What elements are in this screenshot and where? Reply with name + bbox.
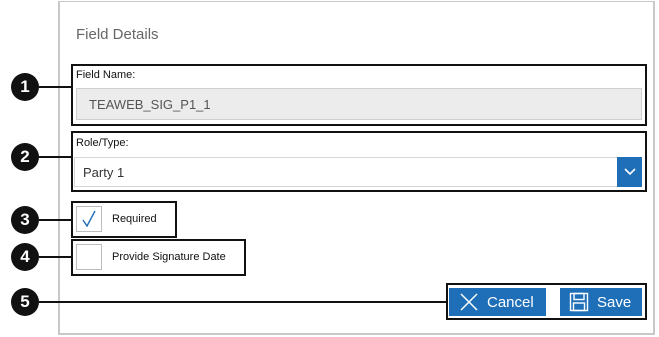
- panel-title: Field Details: [76, 26, 159, 43]
- checkmark-icon: [82, 210, 96, 228]
- field-name-input[interactable]: TEAWEB_SIG_P1_1: [76, 88, 642, 120]
- save-icon: [569, 292, 589, 312]
- signature-date-checkbox[interactable]: [76, 244, 102, 270]
- required-label: Required: [112, 213, 157, 225]
- role-type-label: Role/Type:: [76, 137, 129, 149]
- field-name-label: Field Name:: [76, 69, 136, 81]
- signature-date-label: Provide Signature Date: [112, 251, 226, 263]
- callout-1: 1: [11, 73, 39, 101]
- role-type-select[interactable]: Party 1: [74, 157, 642, 187]
- callout-4: 4: [11, 243, 39, 271]
- callout-5: 5: [11, 288, 39, 316]
- callout-3: 3: [11, 206, 39, 234]
- cancel-button[interactable]: Cancel: [449, 288, 546, 316]
- close-icon: [460, 293, 478, 311]
- callout-4-leader: [39, 256, 71, 258]
- save-button[interactable]: Save: [560, 288, 642, 316]
- save-label: Save: [597, 293, 632, 311]
- callout-2: 2: [11, 143, 39, 171]
- callout-3-leader: [39, 219, 71, 221]
- callout-5-leader: [39, 301, 446, 303]
- callout-1-leader: [39, 86, 71, 88]
- required-checkbox[interactable]: [76, 206, 102, 232]
- cancel-label: Cancel: [487, 293, 534, 311]
- chevron-down-icon[interactable]: [617, 157, 642, 187]
- callout-2-leader: [39, 156, 71, 158]
